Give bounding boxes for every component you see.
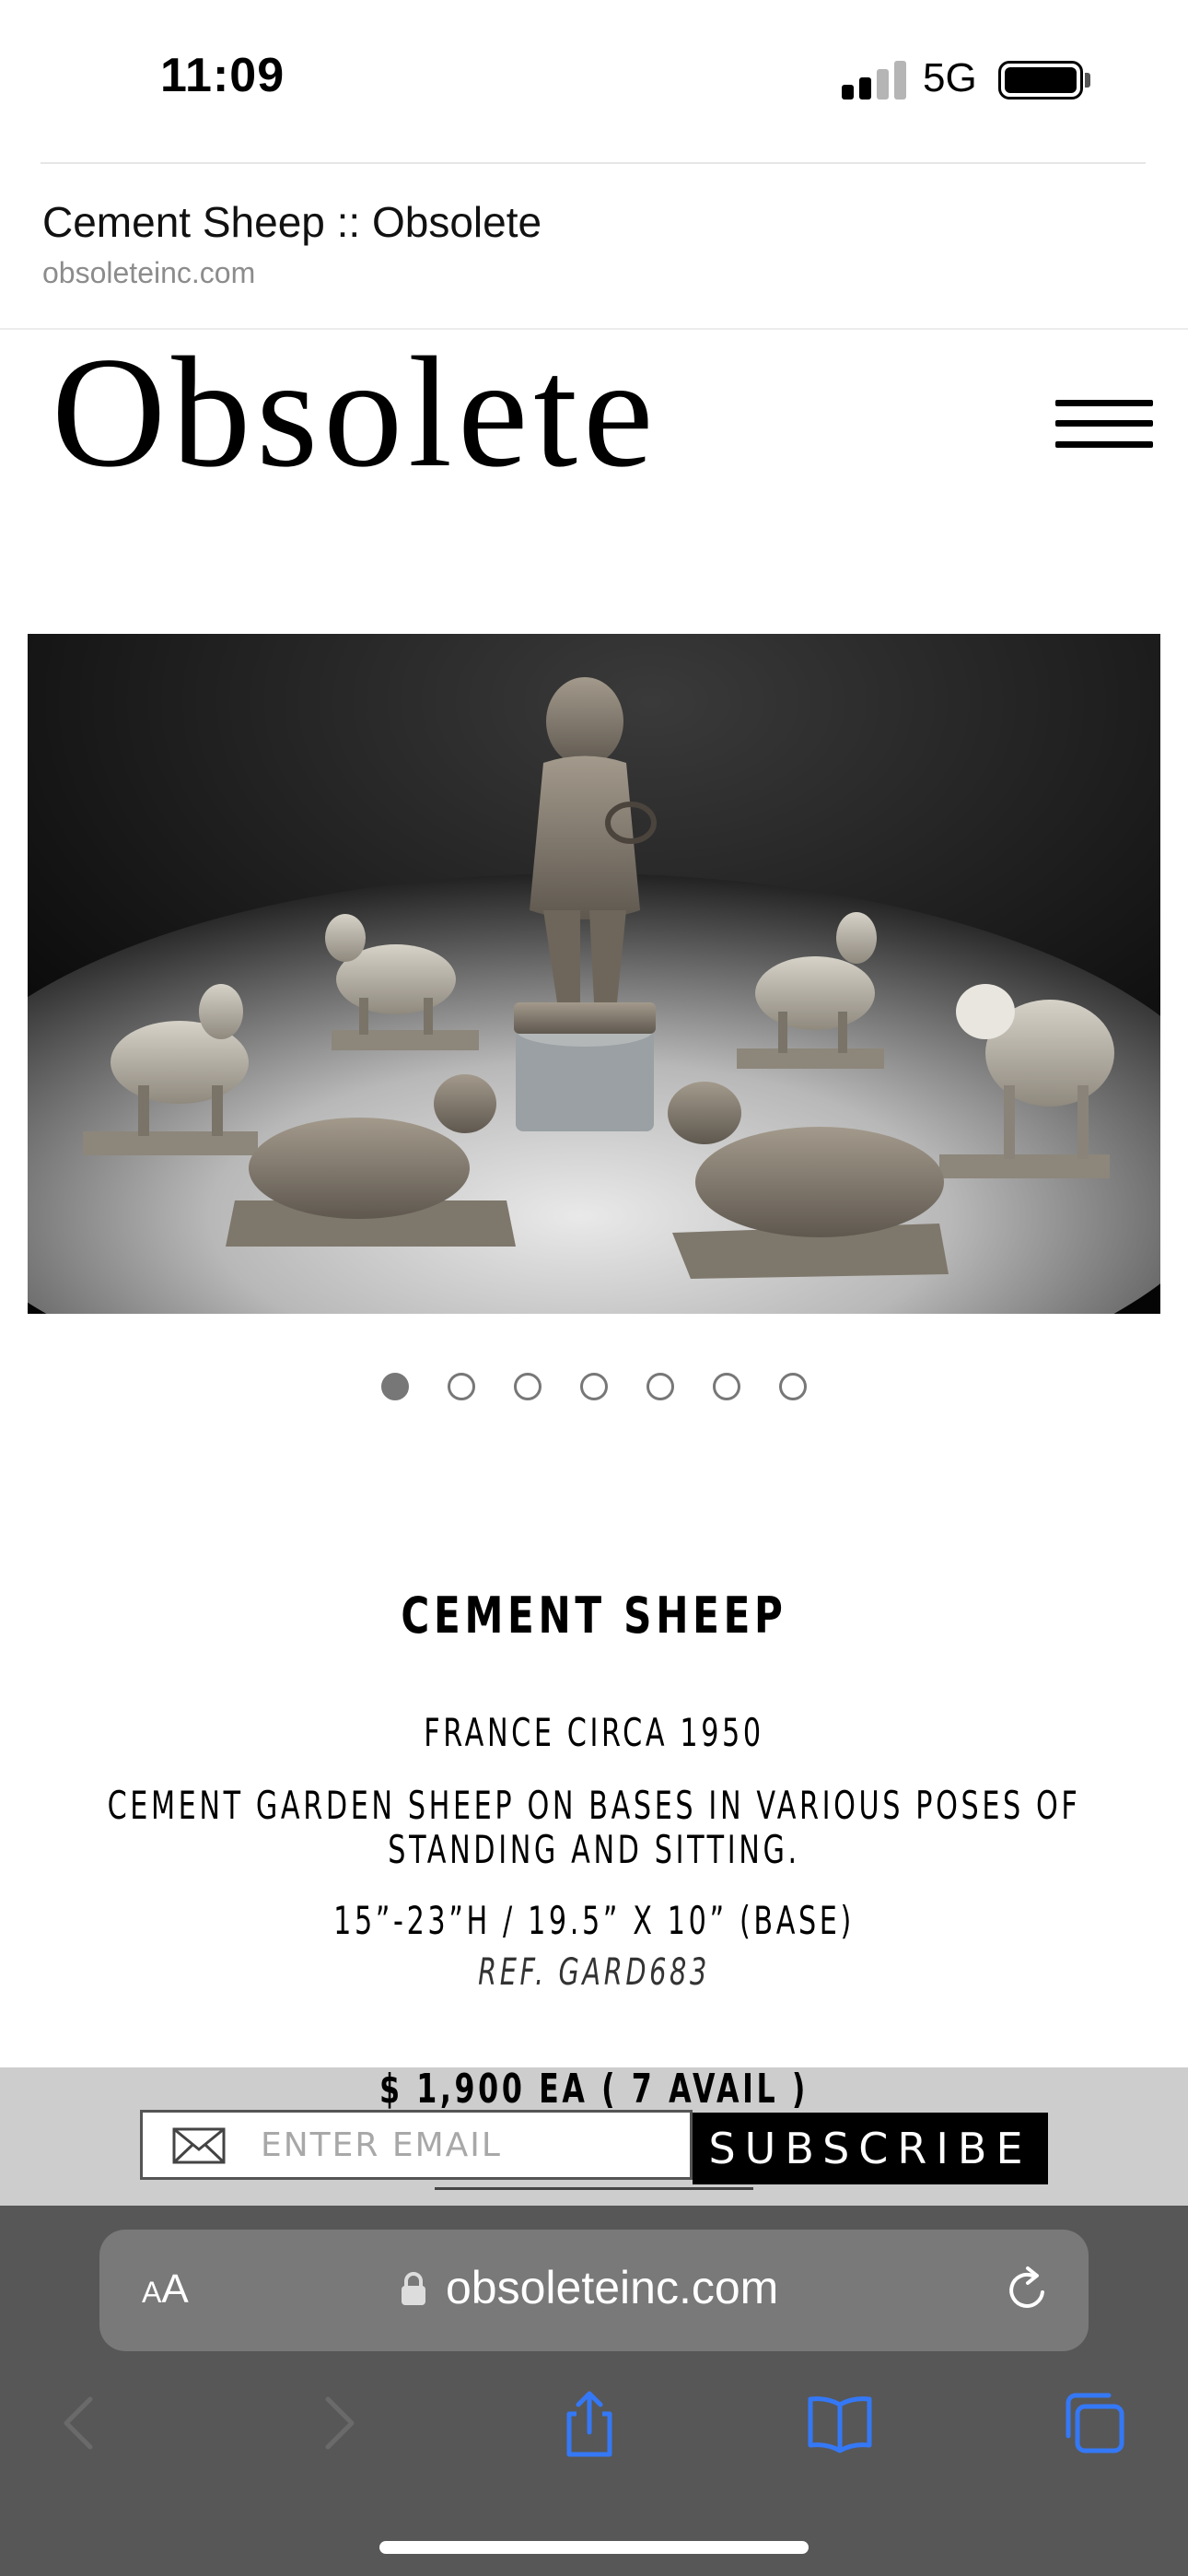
email-input[interactable] (261, 2113, 684, 2177)
battery-cap (1085, 73, 1090, 88)
product-reference: REF. GARD683 (478, 1951, 710, 1994)
subscribe-button[interactable]: SUBSCRIBE (693, 2113, 1048, 2184)
browser-nav (0, 2386, 1188, 2460)
lock-icon (402, 2272, 425, 2305)
page-title: Cement Sheep :: Obsolete (42, 198, 542, 246)
carousel-dot[interactable] (646, 1373, 674, 1400)
product-dimensions: 15”-23”H / 19.5” X 10” (BASE) (333, 1898, 855, 1943)
url-text: obsoleteinc.com (446, 2262, 779, 2313)
cellular-signal-icon (842, 59, 906, 100)
product-description: CEMENT GARDEN SHEEP ON BASES IN VARIOUS … (107, 1783, 1081, 1872)
carousel-dot[interactable] (381, 1373, 409, 1400)
home-indicator[interactable] (379, 2541, 809, 2554)
product-title: CEMENT SHEEP (401, 1587, 787, 1645)
carousel-dot[interactable] (713, 1373, 740, 1400)
product-origin: FRANCE CIRCA 1950 (424, 1710, 764, 1755)
text-size-button[interactable]: AA (142, 2266, 189, 2313)
address-bar[interactable]: AA obsoleteinc.com (99, 2230, 1089, 2351)
status-time: 11:09 (160, 49, 285, 102)
hamburger-menu-icon[interactable] (1055, 396, 1153, 451)
reload-icon[interactable] (1002, 2265, 1054, 2316)
back-icon[interactable] (44, 2386, 118, 2460)
share-icon[interactable] (553, 2386, 626, 2460)
mail-icon (172, 2127, 226, 2164)
browser-page-header: Cement Sheep :: Obsolete obsoleteinc.com (0, 164, 1188, 328)
status-bar: 11:09 5G (0, 0, 1188, 162)
email-field[interactable] (140, 2110, 693, 2180)
network-type: 5G (923, 55, 977, 100)
tabs-icon[interactable] (1057, 2386, 1131, 2460)
forward-icon[interactable] (300, 2386, 374, 2460)
battery-icon (998, 61, 1083, 100)
page-domain: obsoleteinc.com (42, 256, 256, 289)
site-logo[interactable]: Obsolete (52, 334, 658, 492)
carousel-dot[interactable] (580, 1373, 608, 1400)
product-price: $ 1,900 EA ( 7 AVAIL ) (379, 2066, 809, 2113)
carousel-dot[interactable] (779, 1373, 807, 1400)
carousel-dots (0, 1373, 1188, 1404)
carousel-dot[interactable] (448, 1373, 475, 1400)
carousel-dot[interactable] (514, 1373, 542, 1400)
bookmarks-icon[interactable] (803, 2386, 877, 2460)
product-image[interactable] (28, 634, 1160, 1314)
divider (435, 2187, 753, 2190)
